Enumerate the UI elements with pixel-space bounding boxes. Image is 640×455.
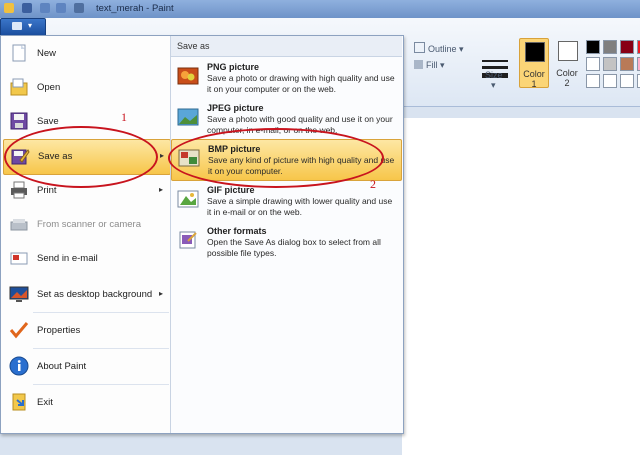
fill-button[interactable]: Fill ▾: [414, 60, 445, 71]
format-title: JPEG picture: [207, 103, 264, 113]
menu-item-label: Save: [37, 116, 59, 127]
outline-label: Outline: [428, 44, 457, 54]
format-description: Save a simple drawing with lower quality…: [207, 196, 393, 217]
palette-swatch[interactable]: [586, 57, 600, 71]
floppy-icon: [9, 111, 29, 131]
menu-separator: [33, 312, 169, 313]
desktop-icon: [9, 284, 29, 304]
title-bar: text_merah - Paint: [0, 0, 640, 18]
printer-icon: [9, 180, 29, 200]
save-as-other-formats[interactable]: Other formats Open the Save As dialog bo…: [171, 222, 400, 262]
color2-button[interactable]: Color 2: [553, 38, 581, 88]
png-picture-icon: [177, 66, 199, 86]
scanner-icon: [9, 214, 29, 234]
other-formats-icon: [177, 230, 199, 250]
redo-icon[interactable]: [56, 3, 66, 13]
format-title: PNG picture: [207, 62, 260, 72]
fill-icon: [414, 60, 423, 69]
paint-app-icon[interactable]: [4, 3, 14, 13]
palette-swatch[interactable]: [603, 74, 617, 88]
menu-item-label: New: [37, 48, 57, 59]
drawing-canvas[interactable]: [402, 118, 640, 455]
save-as-submenu: Save as PNG picture Save a photo or draw…: [171, 36, 402, 433]
save-as-png[interactable]: PNG picture Save a photo or drawing with…: [171, 58, 400, 98]
file-menu: New Open Save Save as ▸ Print ▸ From sca…: [0, 35, 404, 434]
annotation-circle-bmp: [168, 128, 384, 188]
palette-swatch[interactable]: [603, 57, 617, 71]
menu-item-new[interactable]: New: [3, 37, 169, 71]
file-menu-icon: [12, 22, 22, 30]
annotation-number-2: 2: [370, 177, 376, 191]
outline-button[interactable]: Outline ▾: [414, 42, 464, 55]
window-title: text_merah - Paint: [96, 3, 174, 14]
outline-icon: [414, 42, 425, 53]
format-description: Open the Save As dialog box to select fr…: [207, 237, 381, 258]
email-icon: [9, 248, 29, 268]
menu-item-label: From scanner or camera: [37, 219, 142, 230]
palette-swatch[interactable]: [586, 74, 600, 88]
menu-item-open[interactable]: Open: [3, 71, 169, 105]
size-label: Size: [485, 70, 503, 80]
palette-swatch[interactable]: [586, 40, 600, 54]
submenu-header-label: Save as: [177, 41, 210, 51]
checkmark-icon: [9, 320, 29, 340]
menu-item-label: Open: [37, 82, 61, 93]
color2-swatch: [558, 41, 578, 61]
color1-swatch: [525, 42, 545, 62]
quick-save-icon[interactable]: [22, 3, 32, 13]
chevron-right-icon: ▸: [159, 289, 164, 298]
jpeg-picture-icon: [177, 107, 199, 127]
menu-item-label: Set as desktop background: [37, 289, 153, 300]
menu-item-label: Send in e-mail: [37, 253, 98, 264]
new-icon: [9, 43, 29, 63]
menu-item-label: Exit: [37, 397, 53, 408]
submenu-header: Save as: [171, 36, 402, 57]
annotation-number-1: 1: [121, 110, 127, 124]
menu-item-send-email[interactable]: Send in e-mail: [3, 242, 169, 276]
format-title: Other formats: [207, 226, 267, 236]
menu-item-label: About Paint: [37, 361, 87, 372]
chevron-right-icon: ▸: [159, 185, 164, 194]
palette-swatch[interactable]: [620, 40, 634, 54]
palette-swatch[interactable]: [620, 57, 634, 71]
annotation-circle-save-as: [4, 126, 158, 188]
format-description: Save a photo or drawing with high qualit…: [207, 73, 395, 94]
open-folder-icon: [9, 77, 29, 97]
menu-item-set-desktop-background[interactable]: Set as desktop background ▸: [3, 278, 169, 312]
size-dropdown-arrow[interactable]: ▾: [491, 80, 496, 91]
gif-picture-icon: [177, 189, 199, 209]
info-icon: [9, 356, 29, 376]
color1-button[interactable]: Color 1: [519, 38, 549, 89]
menu-item-exit[interactable]: Exit: [3, 386, 169, 420]
palette-swatch[interactable]: [620, 74, 634, 88]
menu-item-properties[interactable]: Properties: [3, 314, 169, 348]
menu-item-label: Properties: [37, 325, 81, 336]
menu-separator: [33, 348, 169, 349]
exit-icon: [9, 392, 29, 412]
menu-separator: [33, 384, 169, 385]
menu-item-label: Print: [37, 185, 57, 196]
fill-label: Fill: [426, 60, 438, 70]
undo-icon[interactable]: [40, 3, 50, 13]
file-menu-button[interactable]: ▾: [0, 18, 46, 36]
file-menu-commands: New Open Save Save as ▸ Print ▸ From sca…: [1, 36, 171, 433]
customize-toolbar-icon[interactable]: [74, 3, 84, 13]
menu-item-about-paint[interactable]: About Paint: [3, 350, 169, 384]
chevron-right-icon: ▸: [160, 151, 165, 160]
color2-label: Color 2: [556, 68, 578, 88]
color1-label: Color 1: [523, 69, 545, 89]
chevron-down-icon: ▾: [28, 21, 33, 30]
menu-item-from-scanner[interactable]: From scanner or camera: [3, 208, 169, 242]
palette-swatch[interactable]: [603, 40, 617, 54]
